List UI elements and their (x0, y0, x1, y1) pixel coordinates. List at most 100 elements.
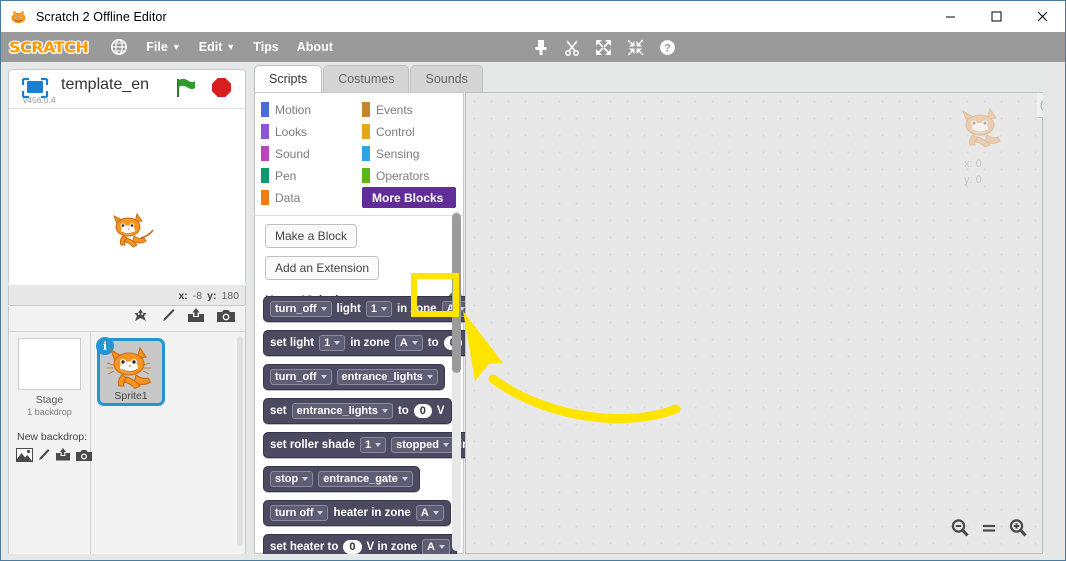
block-set-entrance-lights-to-v[interactable]: set entrance_lights to 0 V (263, 398, 452, 424)
block-dropdown[interactable]: stop (270, 471, 313, 487)
category-label: Pen (275, 169, 296, 183)
block-dropdown[interactable]: A (416, 505, 444, 521)
menu-tips[interactable]: Tips (253, 40, 278, 54)
block-turn-off-entrance-lights[interactable]: turn_off entrance_lights (263, 364, 445, 390)
category-control[interactable]: Control (362, 121, 463, 142)
scratch-cat-icon (10, 9, 27, 25)
add-an-extension-button[interactable]: Add an Extension (265, 256, 379, 280)
chevron-down-icon (427, 375, 433, 379)
chevron-down-icon (317, 511, 323, 515)
block-dropdown[interactable]: A (422, 539, 450, 555)
script-canvas[interactable]: x: 0 y: 0 (465, 92, 1043, 554)
block-dropdown[interactable]: stopped (391, 437, 454, 453)
category-looks[interactable]: Looks (261, 121, 362, 142)
block-dropdown[interactable]: turn_off (270, 301, 332, 317)
camera-sprite-icon[interactable] (217, 309, 235, 328)
globe-icon[interactable] (110, 38, 128, 56)
dropdown-value: entrance_lights (342, 371, 423, 383)
block-number-input[interactable]: 0 (414, 404, 432, 418)
category-motion[interactable]: Motion (261, 99, 362, 120)
menu-bar: SCRATCH File ▼ Edit ▼ Tips About (1, 32, 1065, 62)
camera-backdrop-icon[interactable] (76, 449, 92, 467)
tab-scripts[interactable]: Scripts (254, 65, 322, 92)
minimize-button[interactable] (927, 1, 973, 32)
chevron-down-icon (382, 409, 388, 413)
cut-scissors-icon[interactable] (564, 39, 580, 56)
block-dropdown[interactable]: A (395, 335, 423, 351)
make-a-block-button[interactable]: Make a Block (265, 224, 357, 248)
zoom-reset-icon[interactable] (980, 521, 998, 540)
block-set-light-in-zone-to[interactable]: set light 1 in zone A to 0 (263, 330, 469, 356)
category-events[interactable]: Events (362, 99, 463, 120)
sprite-list-scrollbar[interactable] (237, 336, 243, 546)
upload-backdrop-icon[interactable] (55, 448, 71, 467)
dropdown-value: turn_off (275, 303, 317, 315)
category-pen[interactable]: Pen (261, 165, 362, 186)
sprite-tile-sprite1[interactable]: i (97, 338, 165, 406)
block-dropdown[interactable]: entrance_lights (292, 403, 393, 419)
zoom-out-icon[interactable] (950, 518, 970, 543)
shrink-icon[interactable] (627, 39, 644, 56)
green-flag-icon[interactable] (175, 78, 197, 103)
menu-tips-label: Tips (253, 40, 278, 54)
block-turn-off-heater-in-zone[interactable]: turn off heater in zone A (263, 500, 451, 526)
chevron-down-icon (433, 511, 439, 515)
scratch-logo[interactable]: SCRATCH (9, 38, 88, 56)
bottom-gutter (1, 554, 1065, 560)
new-backdrop-icons (16, 448, 92, 467)
category-more-blocks[interactable]: More Blocks (362, 187, 456, 208)
category-label: Sound (275, 147, 310, 161)
sprite-body: Stage 1 backdrop New backdrop: (9, 332, 245, 554)
menu-file[interactable]: File ▼ (146, 40, 180, 54)
block-set-roller-shade-stopped[interactable]: set roller shade 1 stopped in (263, 432, 476, 458)
backdrop-library-icon[interactable] (16, 448, 33, 467)
block-text: to (428, 337, 439, 349)
menu-edit-label: Edit (199, 40, 223, 54)
scratch-cat-watermark (958, 107, 1008, 151)
block-dropdown[interactable]: turn_off (270, 369, 332, 385)
category-sensing[interactable]: Sensing (362, 143, 463, 164)
category-sound[interactable]: Sound (261, 143, 362, 164)
window-title: Scratch 2 Offline Editor (36, 10, 167, 24)
block-dropdown[interactable]: 1 (360, 437, 386, 453)
block-dropdown[interactable]: turn off (270, 505, 328, 521)
block-dropdown[interactable]: 1 (319, 335, 345, 351)
stop-sign-icon[interactable] (212, 78, 231, 97)
new-sprite-icon[interactable] (132, 308, 149, 329)
paint-new-sprite-icon[interactable] (161, 308, 175, 329)
block-dropdown[interactable]: entrance_lights (337, 369, 438, 385)
stage-thumbnail[interactable] (18, 338, 81, 390)
tab-sounds[interactable]: Sounds (410, 65, 482, 92)
duplicate-stamp-icon[interactable] (533, 39, 549, 56)
menu-about[interactable]: About (297, 40, 333, 54)
block-dropdown[interactable]: entrance_gate (318, 471, 413, 487)
version-label: v456.0.4 (23, 95, 56, 105)
block-number-input[interactable]: 0 (343, 540, 361, 554)
chevron-down-icon (321, 375, 327, 379)
stage-canvas[interactable] (9, 108, 245, 285)
stage-coordinates: x: -8 y: 180 (8, 286, 246, 305)
block-stop-entrance-gate[interactable]: stop entrance_gate (263, 466, 420, 492)
maximize-button[interactable] (973, 1, 1019, 32)
new-backdrop-label: New backdrop: (17, 431, 87, 443)
annotation-highlight-box (411, 273, 459, 317)
menu-about-label: About (297, 40, 333, 54)
blocks-palette: Motion Events Looks Control Sound Sensin… (254, 92, 464, 554)
category-data[interactable]: Data (261, 187, 362, 208)
zoom-in-icon[interactable] (1008, 518, 1028, 543)
paint-backdrop-icon[interactable] (38, 448, 50, 467)
category-operators[interactable]: Operators (362, 165, 463, 186)
chevron-down-icon (381, 307, 387, 311)
upload-sprite-icon[interactable] (187, 308, 205, 329)
block-dropdown[interactable]: 1 (366, 301, 392, 317)
chevron-down-icon: ▼ (226, 42, 235, 52)
stage-header: template_en v456.0.4 (9, 70, 245, 108)
help-icon[interactable]: ? (659, 39, 676, 56)
category-label: Looks (275, 125, 307, 139)
category-color-swatch (362, 190, 366, 205)
close-button[interactable] (1019, 1, 1065, 32)
menu-edit[interactable]: Edit ▼ (199, 40, 236, 54)
scratch-cat-sprite[interactable] (109, 212, 157, 259)
tab-costumes[interactable]: Costumes (323, 65, 409, 92)
grow-icon[interactable] (595, 39, 612, 56)
